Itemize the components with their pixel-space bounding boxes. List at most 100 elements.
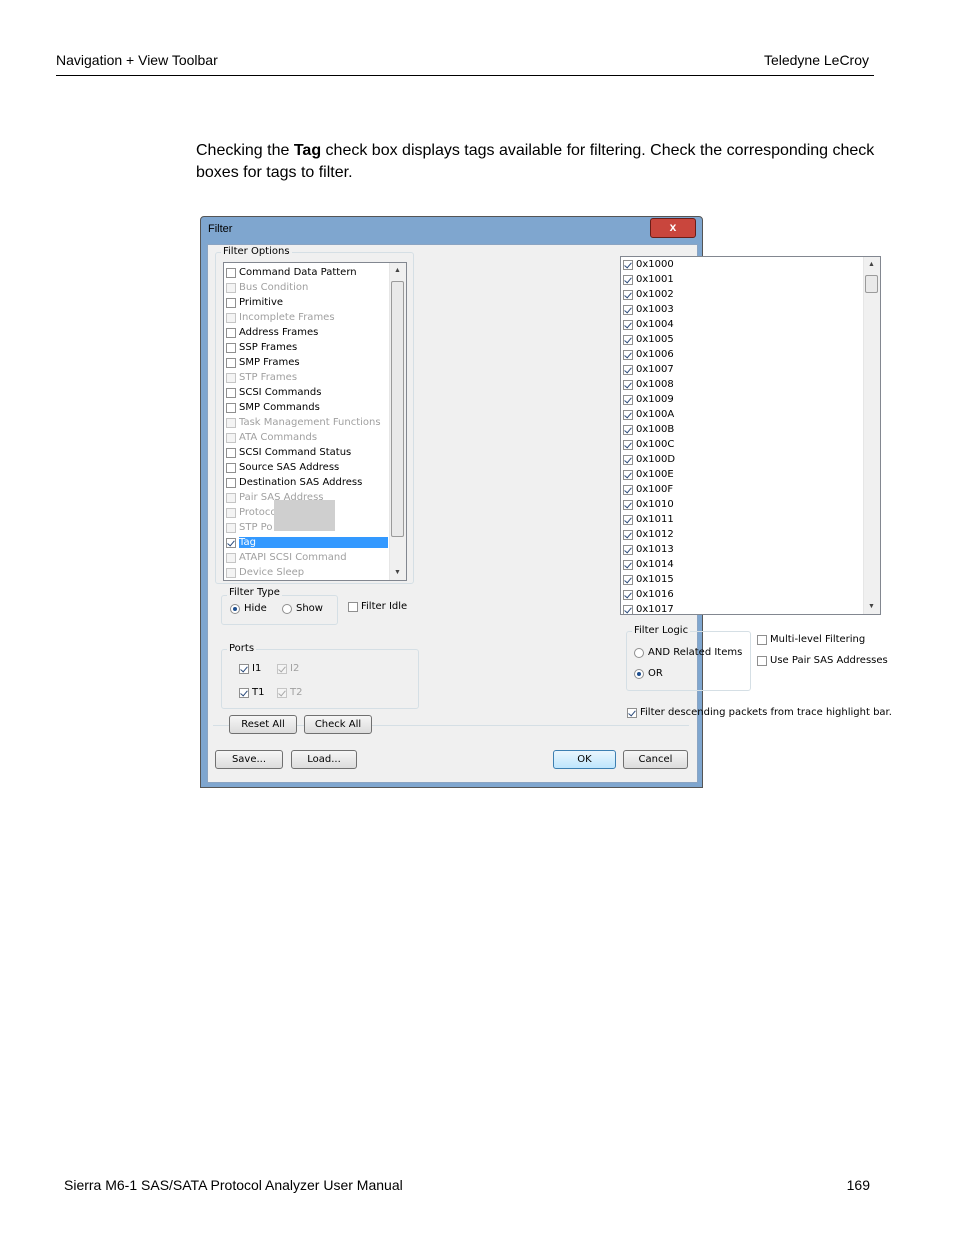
filter-option-item[interactable]: ATAPI SCSI Command bbox=[224, 550, 388, 565]
filter-idle-box[interactable] bbox=[348, 601, 358, 612]
tag-item[interactable]: 0x1014 bbox=[621, 557, 674, 572]
filter-option-checkbox[interactable] bbox=[226, 492, 236, 503]
scroll-thumb[interactable] bbox=[391, 281, 404, 537]
scroll-down-arrow-icon[interactable]: ▼ bbox=[868, 603, 875, 610]
filter-option-item[interactable]: SMP Frames bbox=[224, 355, 388, 370]
tag-item[interactable]: 0x1010 bbox=[621, 497, 674, 512]
filter-option-checkbox[interactable] bbox=[226, 567, 236, 578]
tag-checkbox[interactable] bbox=[623, 364, 633, 375]
scroll-up-arrow-icon[interactable]: ▲ bbox=[394, 267, 401, 274]
tag-item[interactable]: 0x1011 bbox=[621, 512, 674, 527]
tag-item[interactable]: 0x1000 bbox=[621, 257, 674, 272]
use-pair-sas-checkbox[interactable]: Use Pair SAS Addresses bbox=[755, 655, 888, 666]
tag-checkbox[interactable] bbox=[623, 439, 633, 450]
tag-checkbox[interactable] bbox=[623, 589, 633, 600]
tag-checkbox[interactable] bbox=[623, 469, 633, 480]
port-t1-box[interactable] bbox=[239, 687, 249, 698]
filter-option-item[interactable]: Address Frames bbox=[224, 325, 388, 340]
filter-option-checkbox[interactable] bbox=[226, 462, 236, 473]
cancel-button[interactable]: Cancel bbox=[623, 750, 688, 769]
tag-checkbox[interactable] bbox=[623, 409, 633, 420]
filter-option-checkbox[interactable] bbox=[226, 327, 236, 338]
filter-option-item[interactable]: Bus Condition bbox=[224, 280, 388, 295]
filter-option-item[interactable]: ATA Commands bbox=[224, 430, 388, 445]
tag-scrollbar[interactable]: ▲ ▼ bbox=[863, 257, 880, 614]
tag-checkbox[interactable] bbox=[623, 499, 633, 510]
filter-option-checkbox[interactable] bbox=[226, 282, 236, 293]
filter-option-item[interactable]: Incomplete Frames bbox=[224, 310, 388, 325]
filter-option-item[interactable]: Primitive bbox=[224, 295, 388, 310]
filter-option-item[interactable]: Destination SAS Address bbox=[224, 475, 388, 490]
tag-checkbox[interactable] bbox=[623, 334, 633, 345]
filter-option-item[interactable]: Tag bbox=[224, 535, 388, 550]
tag-item[interactable]: 0x100E bbox=[621, 467, 674, 482]
filter-option-checkbox[interactable] bbox=[226, 447, 236, 458]
tag-checkbox[interactable] bbox=[623, 574, 633, 585]
scroll-thumb[interactable] bbox=[865, 275, 878, 293]
close-button[interactable]: x bbox=[650, 218, 696, 238]
tag-checkbox[interactable] bbox=[623, 604, 633, 614]
filter-option-checkbox[interactable] bbox=[226, 372, 236, 383]
filter-option-checkbox[interactable] bbox=[226, 552, 236, 563]
tag-item[interactable]: 0x1006 bbox=[621, 347, 674, 362]
filter-option-item[interactable]: SCSI Command Status bbox=[224, 445, 388, 460]
tag-list[interactable]: 0x1000 0x1001 0x1002 0x1003 0x1004 0x1005 0x10… bbox=[620, 256, 881, 615]
tag-checkbox[interactable] bbox=[623, 394, 633, 405]
tag-item[interactable]: 0x100C bbox=[621, 437, 674, 452]
tag-checkbox[interactable] bbox=[623, 379, 633, 390]
tag-item[interactable]: 0x100F bbox=[621, 482, 673, 497]
filter-option-checkbox[interactable] bbox=[226, 297, 236, 308]
filter-option-item[interactable]: SSP Frames bbox=[224, 340, 388, 355]
or-radio[interactable]: OR bbox=[634, 668, 663, 679]
tag-item[interactable]: 0x1002 bbox=[621, 287, 674, 302]
tag-item[interactable]: 0x1009 bbox=[621, 392, 674, 407]
scroll-up-arrow-icon[interactable]: ▲ bbox=[868, 261, 875, 268]
filter-option-checkbox[interactable] bbox=[226, 267, 236, 278]
tag-checkbox[interactable] bbox=[623, 349, 633, 360]
filter-option-checkbox[interactable] bbox=[226, 522, 236, 533]
tag-checkbox[interactable] bbox=[623, 289, 633, 300]
save-button[interactable]: Save... bbox=[215, 750, 283, 769]
tag-checkbox[interactable] bbox=[623, 529, 633, 540]
hide-radio[interactable]: Hide bbox=[230, 603, 267, 614]
tag-item[interactable]: 0x1007 bbox=[621, 362, 674, 377]
filter-option-item[interactable]: Source SAS Address bbox=[224, 460, 388, 475]
filter-option-item[interactable]: SMP Commands bbox=[224, 400, 388, 415]
and-related-radio[interactable]: AND Related Items bbox=[634, 647, 742, 658]
tag-checkbox[interactable] bbox=[623, 454, 633, 465]
tag-item[interactable]: 0x1015 bbox=[621, 572, 674, 587]
filter-option-checkbox[interactable] bbox=[226, 417, 236, 428]
filter-option-checkbox[interactable] bbox=[226, 507, 236, 518]
show-radio-dot[interactable] bbox=[282, 603, 292, 614]
filter-option-checkbox[interactable] bbox=[226, 387, 236, 398]
tag-item[interactable]: 0x1005 bbox=[621, 332, 674, 347]
tag-item[interactable]: 0x1004 bbox=[621, 317, 674, 332]
tag-item[interactable]: 0x100B bbox=[621, 422, 674, 437]
tag-checkbox[interactable] bbox=[623, 319, 633, 330]
filter-option-checkbox[interactable] bbox=[226, 477, 236, 488]
tag-item[interactable]: 0x1017 bbox=[621, 602, 674, 614]
port-t1-checkbox[interactable]: T1 bbox=[237, 687, 264, 698]
tag-item[interactable]: 0x1003 bbox=[621, 302, 674, 317]
tag-item[interactable]: 0x100A bbox=[621, 407, 674, 422]
tag-item[interactable]: 0x1016 bbox=[621, 587, 674, 602]
tag-checkbox[interactable] bbox=[623, 544, 633, 555]
filter-option-checkbox[interactable] bbox=[226, 432, 236, 443]
load-button[interactable]: Load... bbox=[291, 750, 357, 769]
check-all-button[interactable]: Check All bbox=[304, 715, 372, 734]
filter-option-checkbox[interactable] bbox=[226, 342, 236, 353]
filter-option-checkbox[interactable] bbox=[226, 402, 236, 413]
tag-item[interactable]: 0x1013 bbox=[621, 542, 674, 557]
filter-options-list[interactable]: Command Data Pattern Bus Condition Primiti… bbox=[223, 262, 407, 581]
show-radio[interactable]: Show bbox=[282, 603, 323, 614]
reset-all-button[interactable]: Reset All bbox=[229, 715, 297, 734]
filter-option-item[interactable]: Device Sleep bbox=[224, 565, 388, 580]
filter-option-item[interactable]: Command Data Pattern bbox=[224, 265, 388, 280]
tag-checkbox[interactable] bbox=[623, 274, 633, 285]
scroll-down-arrow-icon[interactable]: ▼ bbox=[394, 569, 401, 576]
filter-option-checkbox[interactable] bbox=[226, 357, 236, 368]
filter-option-checkbox[interactable] bbox=[226, 312, 236, 323]
filter-descending-box[interactable] bbox=[627, 707, 637, 718]
and-radio-dot[interactable] bbox=[634, 647, 644, 658]
multi-level-box[interactable] bbox=[757, 634, 767, 645]
